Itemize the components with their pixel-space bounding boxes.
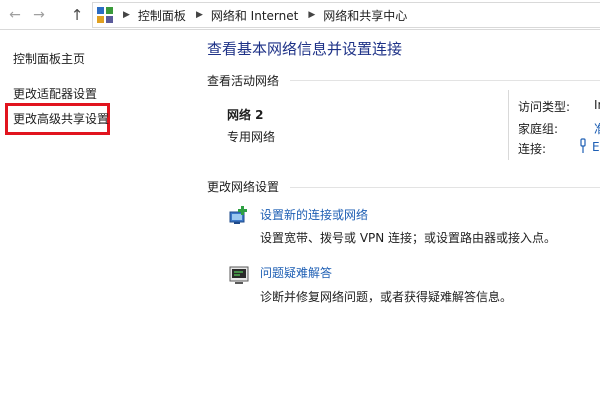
sidebar: 控制面板主页 更改适配器设置 更改高级共享设置 bbox=[0, 30, 190, 400]
new-connection-icon bbox=[229, 206, 247, 224]
arrow-right-icon: → bbox=[33, 7, 45, 23]
back-button[interactable]: ← bbox=[6, 6, 24, 24]
network-name: 网络 2 bbox=[227, 108, 264, 122]
address-bar: ← → ↑ ▶ 控制面板 ▶ 网络和 Internet ▶ 网络和共享中心 bbox=[0, 0, 600, 30]
homegroup-value[interactable]: 准 bbox=[594, 120, 600, 137]
control-panel-icon bbox=[97, 7, 113, 23]
setup-new-connection-link[interactable]: 设置新的连接或网络 bbox=[260, 206, 368, 223]
sidebar-item-advanced-sharing-settings[interactable]: 更改高级共享设置 bbox=[13, 110, 109, 127]
breadcrumb[interactable]: ▶ 控制面板 ▶ 网络和 Internet ▶ 网络和共享中心 bbox=[92, 2, 600, 28]
arrow-up-icon: ↑ bbox=[70, 6, 84, 24]
change-settings-label: 更改网络设置 bbox=[207, 180, 280, 194]
chevron-right-icon[interactable]: ▶ bbox=[196, 10, 203, 20]
troubleshoot-link[interactable]: 问题疑难解答 bbox=[260, 264, 332, 281]
divider bbox=[508, 90, 509, 160]
breadcrumb-item-control-panel[interactable]: 控制面板 bbox=[138, 7, 186, 24]
chevron-right-icon[interactable]: ▶ bbox=[308, 10, 315, 20]
active-networks-label: 查看活动网络 bbox=[207, 74, 280, 88]
access-type-label: 访问类型: bbox=[518, 100, 571, 114]
breadcrumb-item-network-internet[interactable]: 网络和 Internet bbox=[211, 7, 298, 24]
ethernet-icon bbox=[580, 138, 586, 153]
troubleshoot-desc: 诊断并修复网络问题，或者获得疑难解答信息。 bbox=[260, 290, 513, 304]
main-content: 查看基本网络信息并设置连接 查看活动网络 网络 2 专用网络 访问类型: In … bbox=[190, 30, 600, 400]
chevron-right-icon: ▶ bbox=[123, 10, 130, 20]
arrow-left-icon: ← bbox=[9, 7, 21, 23]
troubleshoot-icon bbox=[229, 266, 249, 284]
access-type-value: In bbox=[594, 98, 600, 112]
network-type: 专用网络 bbox=[227, 130, 276, 144]
homegroup-label: 家庭组: bbox=[518, 122, 559, 136]
divider bbox=[290, 187, 600, 188]
sidebar-item-control-panel-home[interactable]: 控制面板主页 bbox=[13, 50, 85, 67]
setup-new-connection-desc: 设置宽带、拨号或 VPN 连接；或设置路由器或接入点。 bbox=[260, 231, 557, 245]
connection-label: 连接: bbox=[518, 142, 547, 156]
up-button[interactable]: ↑ bbox=[68, 6, 86, 24]
breadcrumb-item-network-sharing-center[interactable]: 网络和共享中心 bbox=[323, 7, 407, 24]
sidebar-item-change-adapter-settings[interactable]: 更改适配器设置 bbox=[13, 85, 97, 102]
forward-button[interactable]: → bbox=[30, 6, 48, 24]
connection-value[interactable]: E bbox=[592, 140, 600, 154]
page-title: 查看基本网络信息并设置连接 bbox=[207, 40, 403, 58]
divider bbox=[290, 80, 600, 81]
